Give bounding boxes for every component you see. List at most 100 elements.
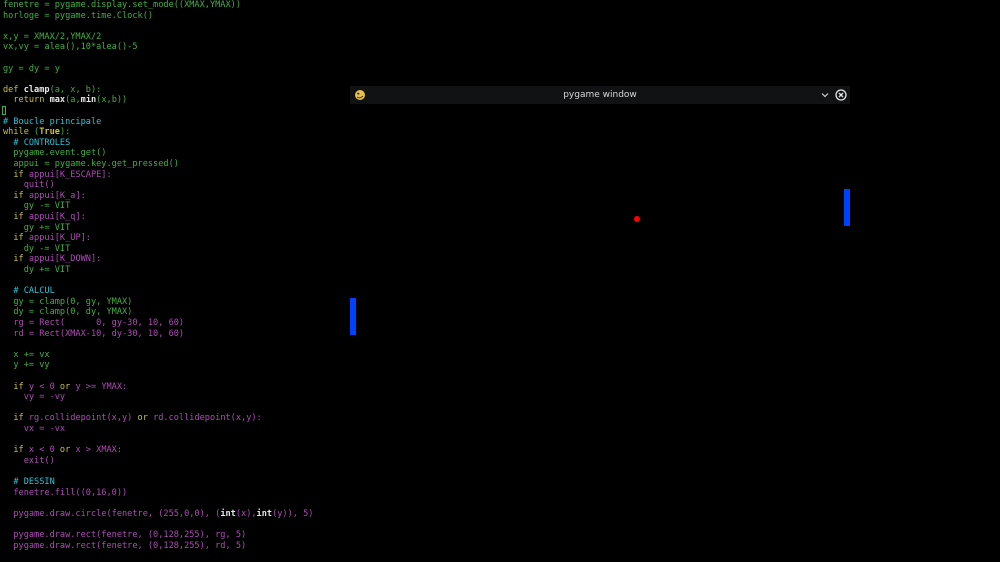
code-token: appui[K_ESCAPE]:	[28, 169, 112, 180]
code-token: gy = dy = y	[3, 63, 60, 74]
code-editor[interactable]: fenetre = pygame.display.set_mode((XMAX,…	[0, 0, 350, 562]
code-token: or	[137, 413, 154, 424]
code-line: pygame.event.get()	[3, 148, 106, 159]
close-icon[interactable]	[835, 89, 847, 101]
left-paddle	[350, 298, 356, 335]
code-line: rg = Rect( 0, gy-30, 10, 60)	[3, 318, 184, 329]
code-line: gy = dy = y	[3, 64, 60, 75]
code-token: if	[3, 169, 29, 180]
code-line: pygame.draw.circle(fenetre, (255,0,0), (…	[3, 509, 313, 520]
code-line: gy = clamp(0, gy, YMAX)	[3, 297, 132, 308]
code-line: # DESSIN	[3, 477, 55, 488]
code-token: x += vx	[3, 349, 50, 360]
code-token: (x),	[235, 508, 257, 519]
code-token: # CONTROLES	[3, 137, 71, 148]
code-token: x,y = XMAX/2,YMAX/2	[3, 31, 102, 42]
code-line: if rg.collidepoint(x,y) or rd.collidepoi…	[3, 413, 262, 424]
code-token: return	[3, 95, 50, 106]
code-token: appui[K_UP]:	[28, 233, 91, 244]
code-token: or	[59, 445, 76, 456]
code-token: clamp	[23, 84, 50, 95]
code-line: horloge = pygame.time.Clock()	[3, 11, 153, 22]
code-token: dy = clamp(0, dy, YMAX)	[3, 307, 133, 318]
code-line: def clamp(a, x, b):	[3, 85, 101, 96]
code-token: (y)), 5)	[272, 508, 314, 519]
code-line: x,y = XMAX/2,YMAX/2	[3, 32, 101, 43]
code-token: or	[59, 381, 76, 392]
code-token: exit()	[3, 455, 55, 466]
code-token: # CALCUL	[3, 286, 55, 297]
ball	[634, 216, 640, 222]
window-title: pygame window	[563, 90, 637, 100]
code-token: if	[3, 254, 29, 265]
code-token: if	[3, 413, 29, 424]
code-token: rg.collidepoint(x,y)	[28, 413, 138, 424]
code-line: # CALCUL	[3, 286, 55, 297]
code-line: vx,vy = alea(),10*alea()-5	[3, 42, 138, 53]
code-token: x < 0	[28, 445, 60, 456]
code-token: rd.collidepoint(x,y):	[153, 413, 262, 424]
code-line: # CONTROLES	[3, 138, 70, 149]
code-token: dy -= VIT	[3, 243, 71, 254]
code-line: # Boucle principale	[3, 117, 101, 128]
code-token: if	[3, 381, 29, 392]
code-token: gy = clamp(0, gy, YMAX)	[3, 296, 133, 307]
code-token: True	[39, 127, 60, 138]
pygame-window-titlebar[interactable]: pygame window	[350, 86, 850, 104]
code-token: x > XMAX:	[75, 445, 123, 456]
code-token: appui[K_a]:	[28, 190, 86, 201]
code-token: y >= YMAX:	[75, 381, 128, 392]
code-line: appui = pygame.key.get_pressed()	[3, 159, 179, 170]
text-cursor	[2, 106, 6, 115]
chevron-down-icon[interactable]	[820, 90, 830, 100]
code-token: horloge = pygame.time.Clock()	[3, 10, 154, 21]
code-token: rg = Rect( 0, gy-30, 10, 60)	[3, 318, 185, 328]
game-canvas	[350, 104, 850, 404]
code-token: vy = -vy	[3, 392, 66, 403]
code-line: if appui[K_a]:	[3, 190, 86, 202]
code-line: if y < 0 or y >= YMAX:	[3, 382, 127, 393]
code-line: pygame.draw.rect(fenetre, (0,128,255), r…	[3, 530, 246, 541]
code-token: # DESSIN	[3, 477, 55, 487]
code-token: while	[3, 127, 35, 138]
right-paddle	[844, 189, 850, 226]
code-token: vx,vy = alea(),10*alea()-5	[3, 42, 138, 53]
code-token: vx = -vx	[3, 424, 66, 434]
code-line: if appui[K_UP]:	[3, 233, 91, 244]
code-token: if	[3, 212, 29, 222]
code-line: gy += VIT	[3, 223, 71, 234]
code-line: while (True):	[3, 127, 70, 138]
code-line: exit()	[3, 456, 55, 467]
code-token: pygame.draw.circle(fenetre, (255,0,0), (	[3, 508, 221, 519]
code-token: if	[3, 445, 29, 456]
code-token: (a, x, b):	[49, 84, 102, 95]
code-line: vy = -vy	[3, 392, 65, 403]
code-line: x += vx	[3, 349, 50, 361]
code-line: rd = Rect(XMAX-10, dy-30, 10, 60)	[3, 329, 184, 340]
code-line: dy += VIT	[3, 265, 71, 276]
code-token: dy += VIT	[3, 265, 71, 275]
code-token: min	[80, 95, 97, 106]
code-line: gy -= VIT	[3, 201, 71, 212]
code-token: appui[K_q]:	[28, 212, 86, 222]
code-token: # Boucle principale	[3, 116, 102, 127]
code-line: quit()	[3, 180, 55, 191]
code-token: (a,	[65, 95, 81, 106]
code-token: if	[3, 190, 29, 201]
code-line: dy = clamp(0, dy, YMAX)	[3, 307, 132, 318]
code-token: ):	[59, 127, 71, 138]
code-line: fenetre = pygame.display.set_mode((XMAX,…	[3, 0, 241, 11]
code-token: gy -= VIT	[3, 201, 71, 212]
code-token: fenetre.fill((0,16,0))	[3, 487, 128, 498]
code-token: fenetre = pygame.display.set_mode((XMAX,…	[3, 0, 241, 10]
code-token: pygame.draw.rect(fenetre, (0,128,255), r…	[3, 530, 247, 540]
code-line: dy -= VIT	[3, 243, 71, 255]
code-token: pygame.draw.rect(fenetre, (0,128,255), r…	[3, 540, 247, 551]
code-token: max	[49, 95, 66, 106]
code-token: y += vy	[3, 360, 50, 371]
code-line: vx = -vx	[3, 424, 65, 435]
code-line: if appui[K_q]:	[3, 212, 86, 223]
code-token: appui[K_DOWN]:	[28, 254, 102, 265]
code-line: pygame.draw.rect(fenetre, (0,128,255), r…	[3, 541, 246, 552]
code-token: int	[220, 508, 236, 519]
